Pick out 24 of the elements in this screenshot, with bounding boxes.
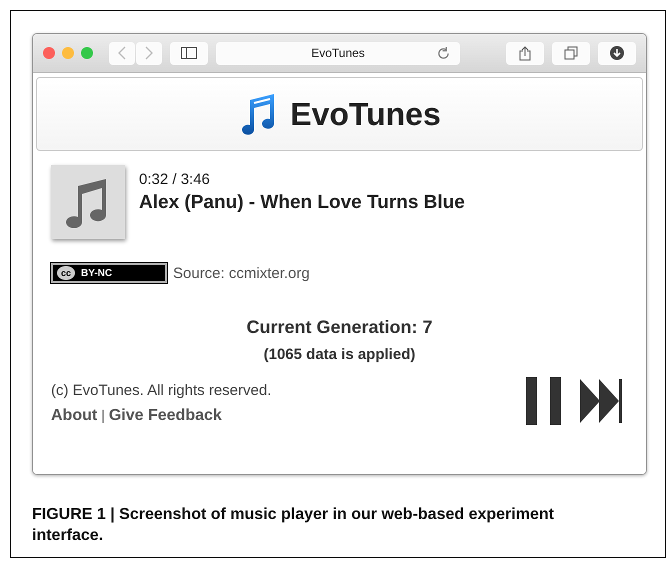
tabs-icon[interactable] — [564, 46, 578, 60]
site-logo-text[interactable]: EvoTunes — [290, 96, 441, 132]
playback-time: 0:32 / 3:46 — [139, 171, 211, 188]
copyright-text: (c) EvoTunes. All rights reserved. — [51, 382, 272, 399]
download-button[interactable] — [598, 42, 636, 64]
share-button[interactable] — [506, 42, 544, 64]
license-badge[interactable]: cc BY-NC — [51, 263, 167, 283]
source-text: Source: ccmixter.org — [173, 264, 310, 282]
data-applied-text: (1065 data is applied) — [262, 346, 416, 363]
skip-next-icon[interactable] — [580, 379, 624, 423]
reload-icon[interactable] — [437, 46, 450, 60]
link-separator: | — [101, 407, 105, 423]
track-title: Alex (Panu) - When Love Turns Blue — [139, 192, 465, 214]
footer-link[interactable]: About — [51, 407, 98, 425]
download-icon[interactable] — [610, 46, 624, 60]
generation-text: Current Generation: 7 — [245, 317, 434, 338]
footer-link[interactable]: Give Feedback — [108, 407, 222, 425]
sidebar-button[interactable] — [170, 42, 208, 64]
address-bar[interactable]: EvoTunes — [216, 42, 460, 64]
tabs-button[interactable] — [552, 42, 590, 64]
pause-icon[interactable] — [526, 377, 564, 425]
figure-caption: FIGURE 1 | Screenshot of music player in our web-based experiment interface. — [32, 505, 555, 546]
share-icon[interactable] — [519, 46, 531, 60]
sidebar-icon[interactable] — [181, 47, 197, 59]
